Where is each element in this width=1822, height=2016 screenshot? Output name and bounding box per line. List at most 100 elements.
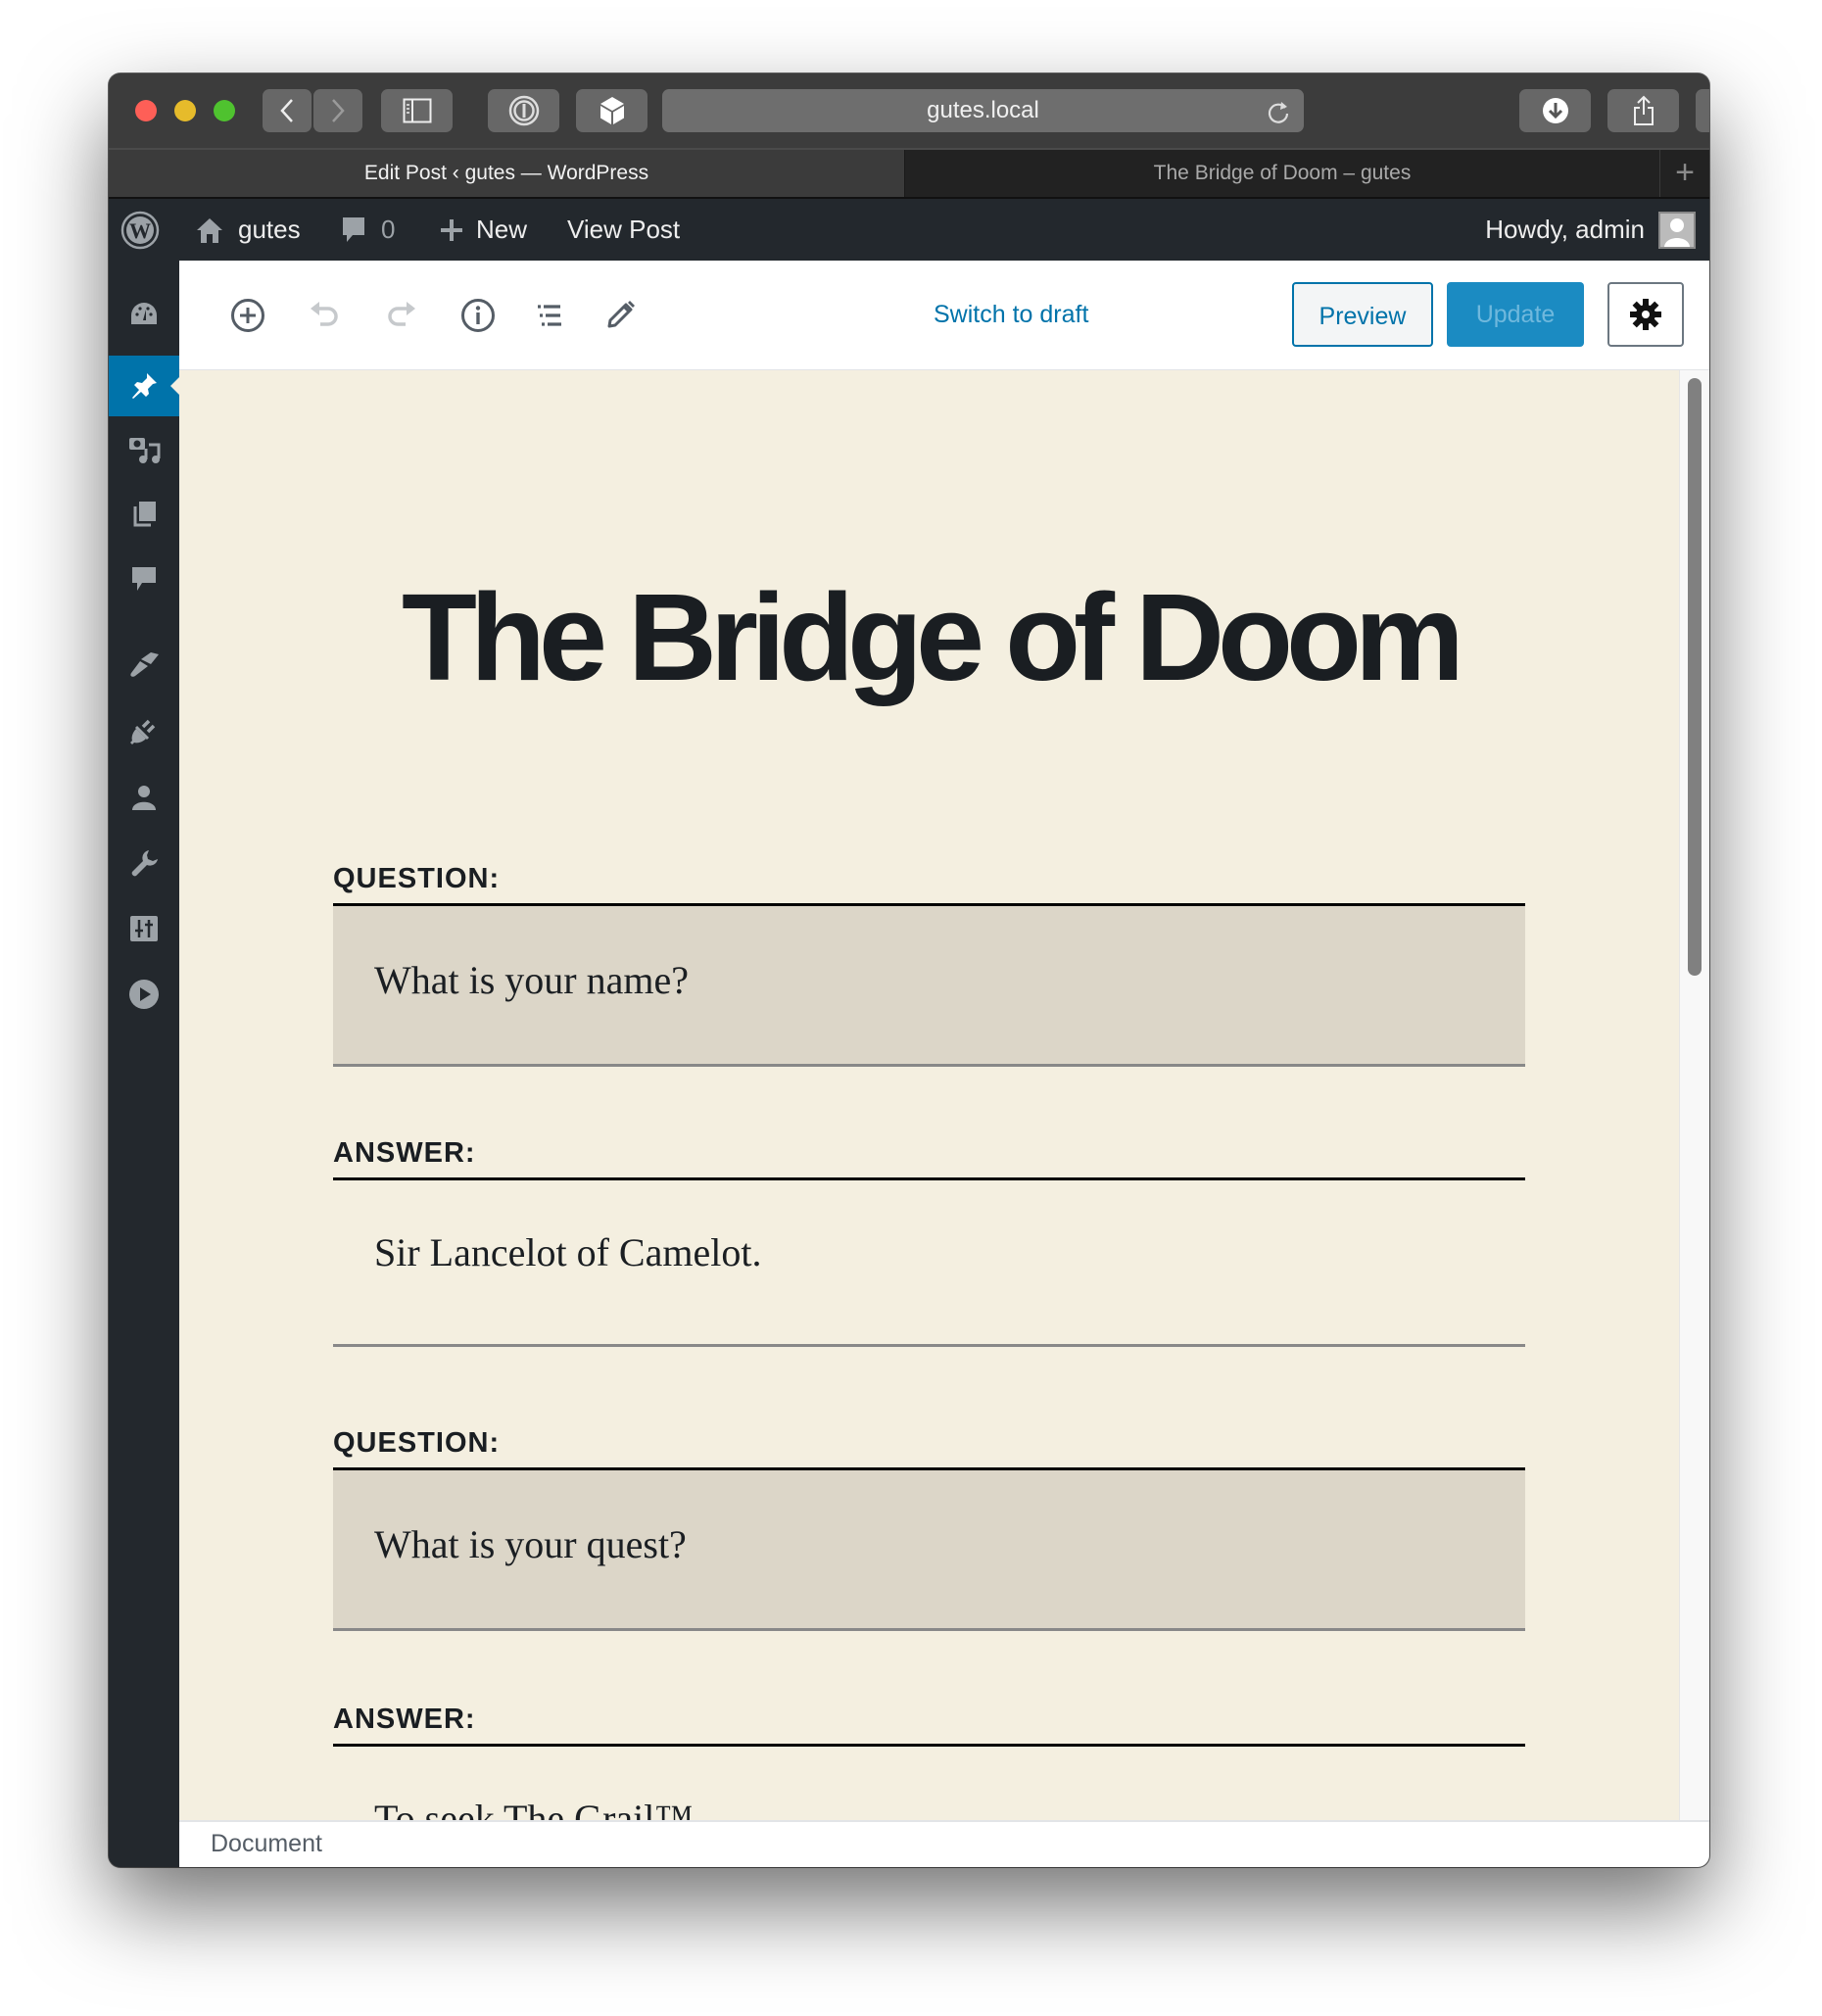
forward-button[interactable] [313,89,362,132]
site-name: gutes [238,215,301,244]
sidebar-item-posts[interactable] [109,356,179,416]
sidebar-item-tools[interactable] [109,833,179,893]
view-post-link[interactable]: View Post [567,199,680,261]
list-view-icon [538,305,561,326]
breadcrumb-document[interactable]: Document [211,1830,322,1858]
answer-text[interactable]: To seek The Grail™. [374,1796,703,1820]
wp-admin-bar: W gutes 0 New View Post Howdy, admin [109,199,1709,261]
reload-icon[interactable] [1267,99,1290,124]
sidebar-item-pages[interactable] [109,484,179,545]
pencil-icon [607,301,635,328]
wrench-icon [131,850,158,877]
vertical-scrollbar[interactable] [1679,370,1709,1820]
close-window-button[interactable] [135,100,157,121]
1password-icon [508,95,539,126]
block-navigation-button[interactable] [532,298,567,333]
download-icon [1542,98,1568,123]
address-bar[interactable]: gutes.local [662,89,1304,132]
undo-button[interactable] [307,298,342,333]
extension-button[interactable] [576,89,647,132]
svg-text:W: W [129,218,151,243]
howdy-label: Howdy, admin [1485,215,1645,244]
edit-mode-button[interactable] [602,298,638,333]
wordpress-logo-menu[interactable]: W [120,199,160,261]
tab-overview-button[interactable] [1696,89,1709,132]
my-account-menu[interactable]: Howdy, admin [1485,199,1696,261]
browser-toolbar: gutes.local [109,73,1709,150]
new-tab-button[interactable]: + [1659,150,1709,197]
comment-icon [343,216,364,242]
plus-circle-icon [231,299,264,332]
sidebar-icon [403,98,431,123]
new-label: New [476,215,528,244]
comments-menu[interactable]: 0 [340,199,395,261]
update-button[interactable]: Update [1447,282,1584,347]
comments-icon [132,567,156,591]
question-label: QUESTION: [333,863,1525,906]
downloads-button[interactable] [1519,89,1591,132]
info-icon [461,299,495,332]
new-content-menu[interactable]: New [439,199,527,261]
share-button[interactable] [1607,89,1679,132]
back-button[interactable] [263,89,312,132]
redo-button[interactable] [384,298,419,333]
site-name-menu[interactable]: gutes [195,199,301,261]
answer-label: ANSWER: [333,1704,1525,1747]
add-block-button[interactable] [230,298,265,333]
sidebar-toggle-button[interactable] [381,89,453,132]
view-post-label: View Post [567,215,681,244]
pages-icon [133,502,156,527]
paintbrush-icon [130,652,159,677]
editor-header: Switch to draft Preview Update [179,261,1709,371]
answer-block[interactable]: To seek The Grail™. [333,1747,1525,1820]
settings-button[interactable] [1607,282,1684,347]
media-icon [129,438,161,463]
sidebar-item-users[interactable] [109,767,179,828]
user-silhouette-icon [1664,217,1690,247]
cube-icon [599,97,624,124]
pushpin-icon [132,373,157,399]
settings-sliders-icon [130,916,158,941]
sidebar-item-settings[interactable] [109,898,179,959]
tab-edit-post[interactable]: Edit Post ‹ gutes — WordPress [109,150,905,197]
switch-to-draft-button[interactable]: Switch to draft [934,261,1088,369]
question-label: QUESTION: [333,1427,1525,1470]
avatar [1658,211,1696,249]
preview-button[interactable]: Preview [1292,282,1433,347]
minimize-window-button[interactable] [174,100,196,121]
answer-block[interactable]: Sir Lancelot of Camelot. [333,1180,1525,1347]
sidebar-item-media[interactable] [109,418,179,479]
wordpress-icon: W [120,211,160,249]
share-icon [1633,95,1654,125]
url-text: gutes.local [927,97,1039,123]
plugin-icon [130,719,156,744]
plus-icon [441,218,462,241]
question-block[interactable]: What is your quest? [333,1470,1525,1631]
question-text[interactable]: What is your name? [374,957,689,1003]
answer-label: ANSWER: [333,1137,1525,1180]
question-block[interactable]: What is your name? [333,906,1525,1067]
dashboard-icon [131,303,157,324]
tab-post-preview[interactable]: The Bridge of Doom – gutes [905,150,1659,197]
block-breadcrumb-bar: Document [179,1820,1709,1867]
chevron-left-icon [280,99,293,122]
password-manager-button[interactable] [488,89,559,132]
content-info-button[interactable] [460,298,496,333]
question-text[interactable]: What is your quest? [374,1521,687,1567]
sidebar-item-dashboard[interactable] [109,284,179,345]
post-title[interactable]: The Bridge of Doom [179,576,1680,699]
more-options-button[interactable] [1707,282,1709,347]
scrollbar-thumb[interactable] [1688,378,1702,976]
play-icon [129,980,159,1009]
zoom-window-button[interactable] [214,100,235,121]
sidebar-item-appearance[interactable] [109,634,179,695]
sidebar-item-media-player[interactable] [109,964,179,1025]
admin-sidebar [109,261,179,1867]
gear-icon [1630,299,1661,330]
undo-icon [311,302,338,326]
chevron-right-icon [332,99,345,122]
answer-text[interactable]: Sir Lancelot of Camelot. [374,1229,761,1275]
sidebar-item-comments[interactable] [109,549,179,609]
sidebar-item-plugins[interactable] [109,700,179,761]
editor-canvas: The Bridge of Doom QUESTION: What is you… [179,370,1680,1820]
